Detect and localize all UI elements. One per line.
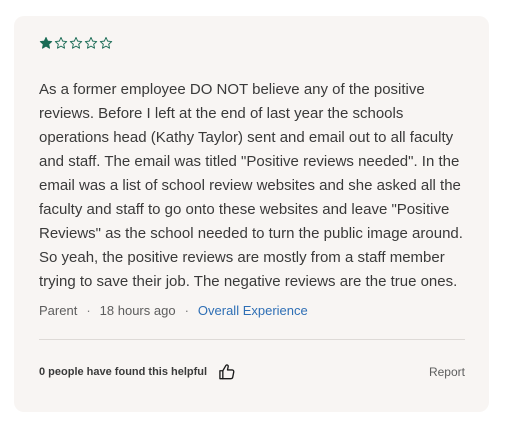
report-link[interactable]: Report <box>429 365 465 379</box>
divider <box>39 339 465 340</box>
meta-separator: · <box>86 303 91 318</box>
star-rating <box>39 36 113 50</box>
star-empty-icon <box>69 36 83 50</box>
star-empty-icon <box>84 36 98 50</box>
star-empty-icon <box>54 36 68 50</box>
review-topic-link[interactable]: Overall Experience <box>198 303 308 318</box>
thumbs-up-icon[interactable] <box>217 362 237 382</box>
review-text: As a former employee DO NOT believe any … <box>39 81 463 290</box>
review-card: As a former employee DO NOT believe any … <box>14 16 489 412</box>
reviewer-role: Parent <box>39 303 78 318</box>
review-meta: Parent · 18 hours ago · Overall Experien… <box>39 303 308 318</box>
star-empty-icon <box>99 36 113 50</box>
helpful-count: 0 people have found this helpful <box>39 366 208 378</box>
meta-separator: · <box>184 303 189 318</box>
review-footer: 0 people have found this helpful Report <box>39 360 465 384</box>
review-time: 18 hours ago <box>99 303 176 318</box>
star-filled-icon <box>39 36 53 50</box>
